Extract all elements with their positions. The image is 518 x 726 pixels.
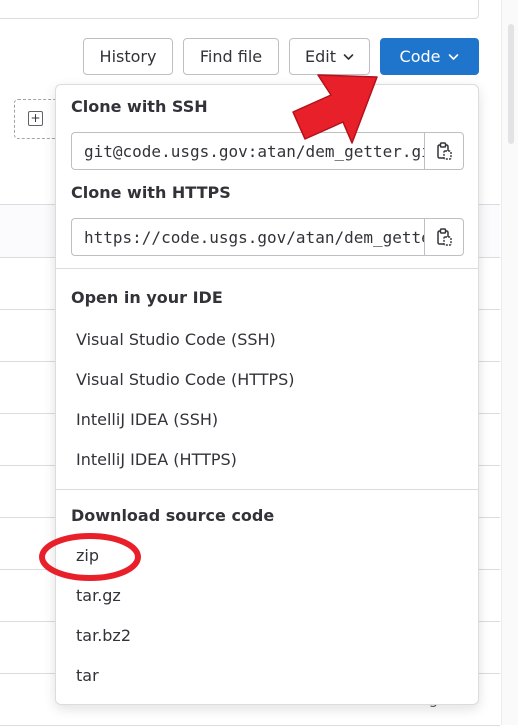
chevron-down-icon — [343, 53, 354, 60]
top-panel-edge — [0, 0, 479, 19]
code-button-label: Code — [399, 47, 441, 66]
divider — [56, 489, 478, 490]
plus-icon: + — [28, 111, 43, 126]
clone-ssh-title: Clone with SSH — [71, 97, 208, 116]
code-button[interactable]: Code — [380, 38, 479, 75]
download-targz-link[interactable]: tar.gz — [76, 586, 121, 605]
find-file-button[interactable]: Find file — [183, 38, 279, 75]
download-tar-link[interactable]: tar — [76, 666, 99, 685]
history-button[interactable]: History — [83, 38, 173, 75]
open-in-ide-title: Open in your IDE — [71, 288, 223, 307]
code-dropdown: Clone with SSH Clone with HTTPS Open in … — [55, 84, 479, 705]
clone-https-title: Clone with HTTPS — [71, 183, 231, 202]
download-tarbz2-link[interactable]: tar.bz2 — [76, 626, 131, 645]
copy-ssh-button[interactable] — [424, 132, 464, 170]
ide-item-intellij-https[interactable]: IntelliJ IDEA (HTTPS) — [76, 450, 237, 469]
ide-item-vscode-ssh[interactable]: Visual Studio Code (SSH) — [76, 330, 276, 349]
edit-button-label: Edit — [305, 47, 336, 66]
ssh-url-field[interactable] — [71, 132, 425, 170]
copy-https-button[interactable] — [424, 218, 464, 256]
divider — [56, 268, 478, 269]
clone-https-group — [71, 218, 464, 256]
ide-item-intellij-ssh[interactable]: IntelliJ IDEA (SSH) — [76, 410, 218, 429]
scrollbar-thumb[interactable] — [508, 24, 514, 144]
chevron-down-icon — [449, 53, 459, 60]
clipboard-icon — [437, 228, 452, 246]
clipboard-icon — [437, 142, 452, 160]
edit-button[interactable]: Edit — [289, 38, 370, 75]
clone-ssh-group — [71, 132, 464, 170]
download-source-title: Download source code — [71, 506, 275, 525]
https-url-field[interactable] — [71, 218, 425, 256]
download-zip-link[interactable]: zip — [76, 546, 99, 565]
ide-item-vscode-https[interactable]: Visual Studio Code (HTTPS) — [76, 370, 295, 389]
